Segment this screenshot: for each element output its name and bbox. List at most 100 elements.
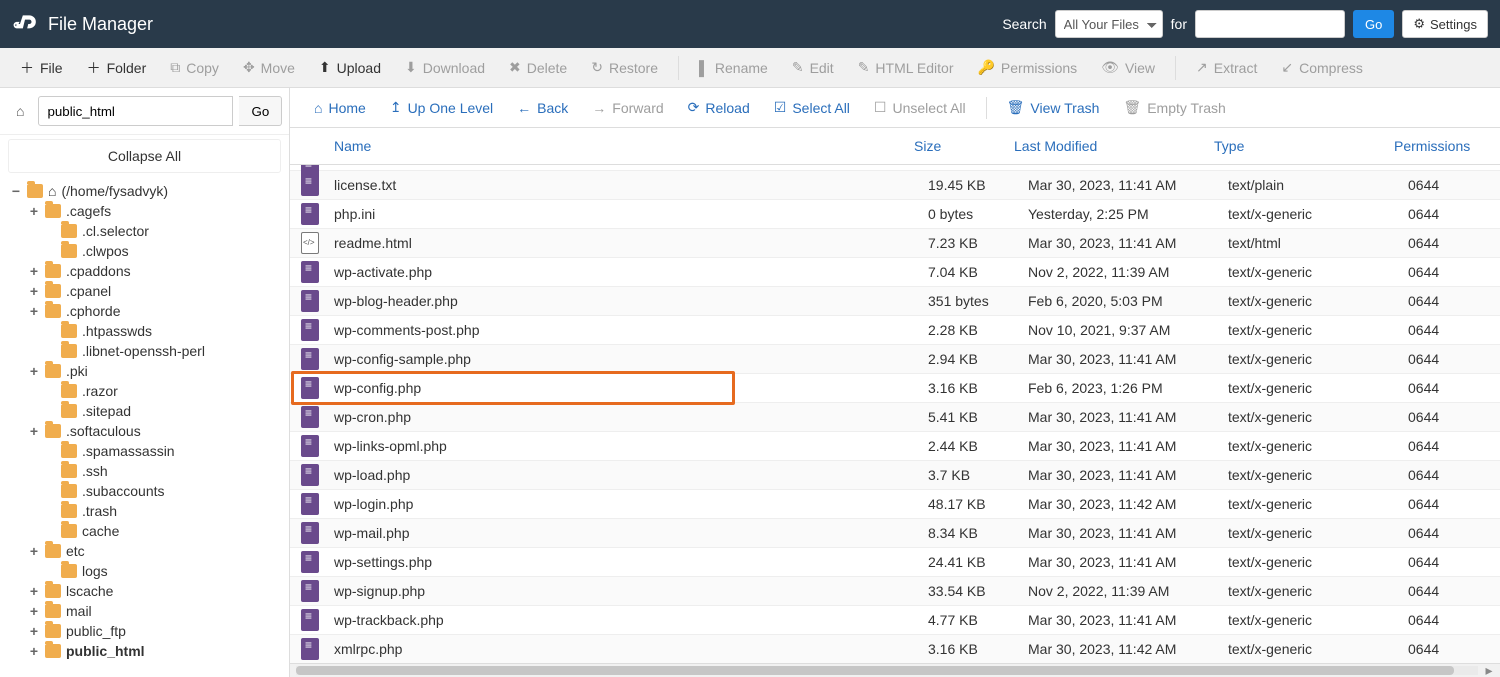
expand-icon[interactable]: + — [28, 643, 40, 659]
file-row[interactable]: wp-settings.php24.41 KBMar 30, 2023, 11:… — [290, 548, 1500, 577]
tree-item-cache[interactable]: cache — [6, 521, 289, 541]
tree-item-cpaddons[interactable]: +.cpaddons — [6, 261, 289, 281]
unselect-all-button[interactable]: ☐Unselect All — [864, 93, 976, 122]
file-row[interactable]: wp-trackback.php4.77 KBMar 30, 2023, 11:… — [290, 606, 1500, 635]
tree-item-cagefs[interactable]: +.cagefs — [6, 201, 289, 221]
html-editor-button[interactable]: ✎HTML Editor — [848, 53, 964, 82]
move-button[interactable]: ✥Move — [233, 53, 305, 82]
file-row[interactable]: wp-activate.php7.04 KBNov 2, 2022, 11:39… — [290, 258, 1500, 287]
file-row[interactable]: wp-mail.php8.34 KBMar 30, 2023, 11:41 AM… — [290, 519, 1500, 548]
table-body[interactable]: license.txt19.45 KBMar 30, 2023, 11:41 A… — [290, 165, 1500, 663]
edit-button[interactable]: ✎Edit — [782, 53, 844, 82]
col-size-header[interactable]: Size — [906, 128, 1006, 164]
extract-button[interactable]: ↗Extract — [1186, 53, 1267, 82]
file-row[interactable]: wp-signup.php33.54 KBNov 2, 2022, 11:39 … — [290, 577, 1500, 606]
col-permissions-header[interactable]: Permissions — [1386, 128, 1482, 164]
expand-icon[interactable]: + — [28, 603, 40, 619]
tree-item-htpasswds[interactable]: .htpasswds — [6, 321, 289, 341]
expand-icon[interactable]: + — [28, 263, 40, 279]
expand-icon[interactable]: + — [28, 423, 40, 439]
expand-icon[interactable]: + — [28, 363, 40, 379]
search-input[interactable] — [1195, 10, 1345, 38]
file-row[interactable]: license.txt19.45 KBMar 30, 2023, 11:41 A… — [290, 171, 1500, 200]
tree-item-ssh[interactable]: .ssh — [6, 461, 289, 481]
edit-icon: ✎ — [792, 59, 804, 76]
download-button[interactable]: ⬇Download — [395, 53, 495, 82]
search-scope-select[interactable]: All Your Files — [1055, 10, 1163, 38]
new-folder-button[interactable]: ＋Folder — [77, 52, 157, 84]
scroll-thumb[interactable] — [296, 666, 1454, 675]
tree-item-clselector[interactable]: .cl.selector — [6, 221, 289, 241]
file-row[interactable]: php.ini0 bytesYesterday, 2:25 PMtext/x-g… — [290, 200, 1500, 229]
forward-button[interactable]: →Forward — [582, 94, 673, 122]
tree-item-subaccounts[interactable]: .subaccounts — [6, 481, 289, 501]
file-row[interactable]: wp-login.php48.17 KBMar 30, 2023, 11:42 … — [290, 490, 1500, 519]
tree-item-label: public_html — [66, 643, 145, 659]
tree-item-etc[interactable]: +etc — [6, 541, 289, 561]
tree-item-clwpos[interactable]: .clwpos — [6, 241, 289, 261]
tree-item-publichtml[interactable]: + public_html — [6, 641, 289, 661]
col-type-header[interactable]: Type — [1206, 128, 1386, 164]
path-go-button[interactable]: Go — [239, 96, 282, 126]
empty-trash-button[interactable]: 🗑Empty Trash — [1113, 93, 1235, 122]
expand-icon[interactable]: + — [28, 623, 40, 639]
expand-icon[interactable]: + — [28, 283, 40, 299]
select-all-button[interactable]: ☑Select All — [764, 93, 860, 122]
path-input[interactable] — [38, 96, 233, 126]
copy-button[interactable]: ⧉Copy — [160, 53, 229, 82]
expand-icon[interactable]: + — [28, 303, 40, 319]
up-one-level-button[interactable]: ↥Up One Level — [380, 93, 503, 122]
tree-item-sitepad[interactable]: .sitepad — [6, 401, 289, 421]
view-button[interactable]: 👁View — [1091, 53, 1165, 82]
tree-item-spamassassin[interactable]: .spamassassin — [6, 441, 289, 461]
restore-button[interactable]: ↻Restore — [581, 53, 668, 82]
file-row[interactable]: wp-links-opml.php2.44 KBMar 30, 2023, 11… — [290, 432, 1500, 461]
compress-button[interactable]: ↙Compress — [1271, 53, 1373, 82]
expand-icon[interactable]: + — [28, 543, 40, 559]
home-icon[interactable]: ⌂ — [8, 99, 32, 123]
file-row[interactable]: readme.html7.23 KBMar 30, 2023, 11:41 AM… — [290, 229, 1500, 258]
settings-button[interactable]: ⚙ Settings — [1402, 10, 1488, 38]
new-file-button[interactable]: ＋File — [10, 52, 73, 84]
file-type: text/x-generic — [1220, 409, 1400, 425]
file-row[interactable]: wp-config.php3.16 KBFeb 6, 2023, 1:26 PM… — [290, 374, 1500, 403]
tree-item-softaculous[interactable]: +.softaculous — [6, 421, 289, 441]
tree-item-cpanel[interactable]: +.cpanel — [6, 281, 289, 301]
folder-tree[interactable]: − ⌂ (/home/fysadvyk) +.cagefs.cl.selecto… — [0, 177, 289, 677]
tree-root[interactable]: − ⌂ (/home/fysadvyk) — [6, 181, 289, 201]
collapse-all-button[interactable]: Collapse All — [8, 139, 281, 173]
tree-item-libnetopensshperl[interactable]: .libnet-openssh-perl — [6, 341, 289, 361]
expand-icon[interactable]: + — [28, 203, 40, 219]
file-row[interactable]: wp-config-sample.php2.94 KBMar 30, 2023,… — [290, 345, 1500, 374]
file-row[interactable]: wp-blog-header.php351 bytesFeb 6, 2020, … — [290, 287, 1500, 316]
permissions-button[interactable]: 🔑Permissions — [967, 53, 1087, 82]
tree-item-publicftp[interactable]: +public_ftp — [6, 621, 289, 641]
tree-item-razor[interactable]: .razor — [6, 381, 289, 401]
file-row[interactable]: wp-load.php3.7 KBMar 30, 2023, 11:41 AMt… — [290, 461, 1500, 490]
horizontal-scrollbar[interactable]: ▸ — [290, 663, 1500, 677]
tree-item-lscache[interactable]: +lscache — [6, 581, 289, 601]
search-go-button[interactable]: Go — [1353, 10, 1394, 38]
delete-button[interactable]: ✖Delete — [499, 53, 577, 82]
tree-item-logs[interactable]: logs — [6, 561, 289, 581]
file-label: File — [40, 60, 63, 76]
tree-item-cphorde[interactable]: +.cphorde — [6, 301, 289, 321]
tree-item-mail[interactable]: +mail — [6, 601, 289, 621]
col-name-header[interactable]: Name — [326, 128, 906, 164]
view-trash-button[interactable]: 🗑View Trash — [997, 93, 1110, 122]
col-modified-header[interactable]: Last Modified — [1006, 128, 1206, 164]
collapse-icon[interactable]: − — [10, 183, 22, 199]
expand-icon[interactable]: + — [28, 583, 40, 599]
tree-item-trash[interactable]: .trash — [6, 501, 289, 521]
reload-button[interactable]: ⟳Reload — [678, 93, 760, 122]
back-button[interactable]: ←Back — [507, 94, 578, 122]
upload-button[interactable]: ⬆Upload — [309, 53, 391, 82]
file-row[interactable]: wp-comments-post.php2.28 KBNov 10, 2021,… — [290, 316, 1500, 345]
home-button[interactable]: ⌂Home — [304, 94, 376, 122]
tree-item-pki[interactable]: +.pki — [6, 361, 289, 381]
file-row[interactable]: xmlrpc.php3.16 KBMar 30, 2023, 11:42 AMt… — [290, 635, 1500, 663]
rename-button[interactable]: ▌Rename — [689, 54, 778, 82]
scroll-right-icon[interactable]: ▸ — [1482, 664, 1496, 677]
content: ⌂Home ↥Up One Level ←Back →Forward ⟳Relo… — [290, 88, 1500, 677]
file-row[interactable]: wp-cron.php5.41 KBMar 30, 2023, 11:41 AM… — [290, 403, 1500, 432]
